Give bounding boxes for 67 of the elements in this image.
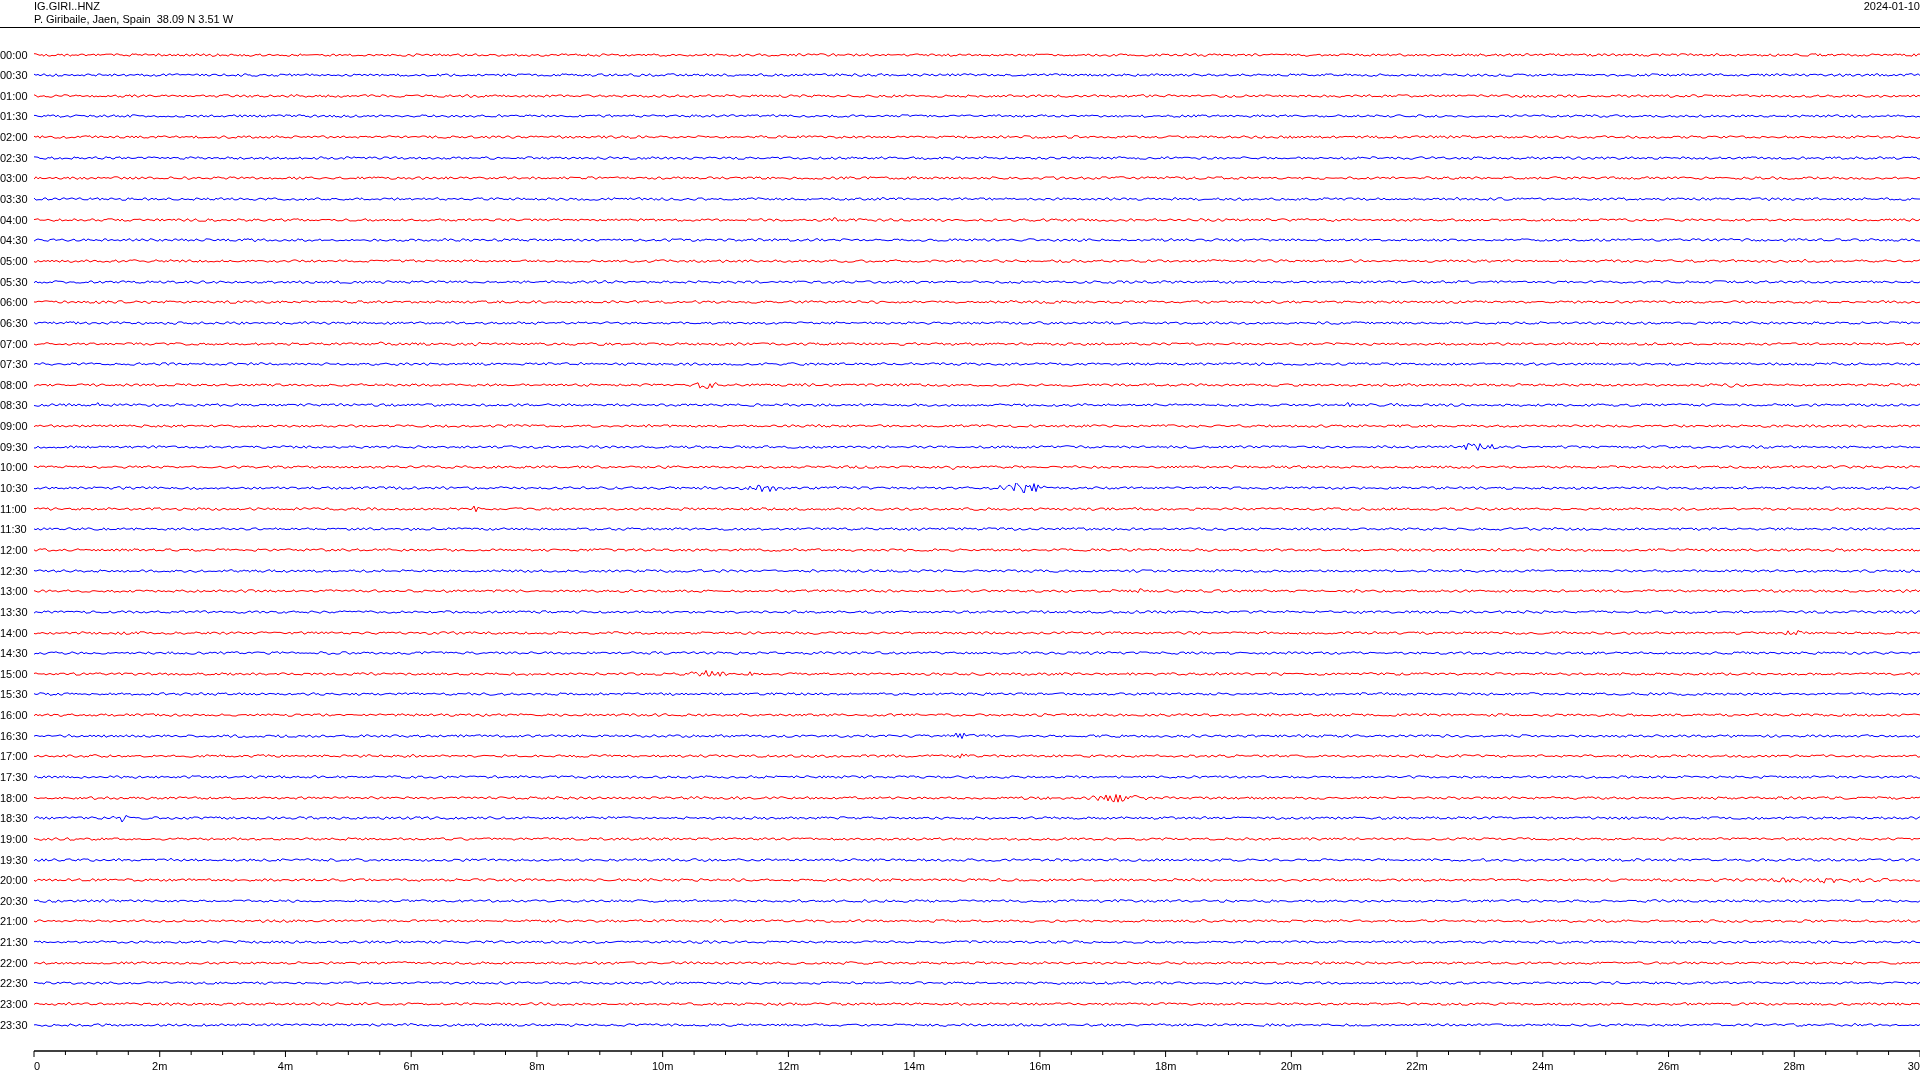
time-label: 21:00 xyxy=(0,915,29,928)
time-label: 02:00 xyxy=(0,131,29,144)
axis-label: 20m xyxy=(1280,1060,1303,1072)
axis-label: 0 xyxy=(34,1060,41,1072)
time-label: 18:30 xyxy=(0,812,29,825)
axis-label: 10m xyxy=(651,1060,674,1072)
time-label: 00:30 xyxy=(0,69,29,82)
time-label: 16:00 xyxy=(0,709,29,722)
time-label: 20:30 xyxy=(0,894,29,907)
time-label: 19:00 xyxy=(0,832,29,845)
axis-label: 8m xyxy=(529,1060,545,1072)
time-label: 17:30 xyxy=(0,771,29,783)
time-label: 17:00 xyxy=(0,750,29,763)
time-label: 16:30 xyxy=(0,729,29,742)
axis-label: 4m xyxy=(277,1060,294,1072)
time-label: 03:30 xyxy=(0,193,29,206)
time-label: 10:00 xyxy=(0,461,29,474)
time-label: 01:30 xyxy=(0,110,29,123)
time-label: 02:30 xyxy=(0,151,29,164)
time-label: 21:30 xyxy=(0,936,29,949)
axis-label: 14m xyxy=(903,1060,925,1072)
time-label: 15:30 xyxy=(0,688,29,701)
time-label: 07:30 xyxy=(0,358,29,371)
time-label: 01:00 xyxy=(0,89,29,102)
time-label: 11:00 xyxy=(0,502,28,515)
time-label: 22:30 xyxy=(0,977,29,990)
time-label: 09:30 xyxy=(0,440,29,453)
time-label: 06:00 xyxy=(0,296,29,309)
axis-label: 28m xyxy=(1783,1060,1805,1072)
time-label: 08:30 xyxy=(0,399,29,412)
axis-label: 12m xyxy=(777,1060,800,1072)
time-label: 12:30 xyxy=(0,564,29,577)
time-label: 22:00 xyxy=(0,956,29,969)
time-label: 04:30 xyxy=(0,234,29,247)
time-label: 11:30 xyxy=(0,523,28,536)
time-label: 04:00 xyxy=(0,213,29,226)
time-label: 09:00 xyxy=(0,420,29,433)
time-label: 15:00 xyxy=(0,667,29,680)
time-label: 20:00 xyxy=(0,874,29,887)
axis-label: 26m xyxy=(1657,1060,1680,1072)
time-label: 14:30 xyxy=(0,647,29,660)
axis-label: 6m xyxy=(403,1060,419,1072)
time-label: 18:00 xyxy=(0,791,29,804)
time-label: 03:00 xyxy=(0,172,29,185)
axis-label: 30 xyxy=(1907,1060,1920,1072)
time-label: 23:30 xyxy=(0,1018,29,1031)
time-label: 06:30 xyxy=(0,316,29,329)
channel-name: IG.GIRI..HNZ xyxy=(34,0,101,13)
time-label: 23:00 xyxy=(0,998,29,1011)
axis-label: 16m xyxy=(1029,1060,1051,1072)
time-label: 08:00 xyxy=(0,378,29,391)
time-label: 05:30 xyxy=(0,275,29,288)
axis-label: 24m xyxy=(1532,1060,1554,1072)
time-label: 14:00 xyxy=(0,626,29,639)
time-label: 13:30 xyxy=(0,605,29,618)
axis-label: 2m xyxy=(152,1060,168,1072)
time-label: 00:00 xyxy=(0,48,29,61)
time-label: 12:00 xyxy=(0,543,29,556)
station-location: P. Giribaile, Jaen, Spain 38.09 N 3.51 W xyxy=(34,13,234,26)
time-label: 05:00 xyxy=(0,254,29,267)
time-label: 13:00 xyxy=(0,585,29,598)
plot-date: 2024-01-10 xyxy=(1863,0,1920,14)
time-label: 07:00 xyxy=(0,337,29,350)
axis-label: 18m xyxy=(1154,1060,1177,1072)
axis-label: 22m xyxy=(1406,1060,1428,1072)
time-label: 19:30 xyxy=(0,853,29,866)
time-label: 10:30 xyxy=(0,482,29,494)
